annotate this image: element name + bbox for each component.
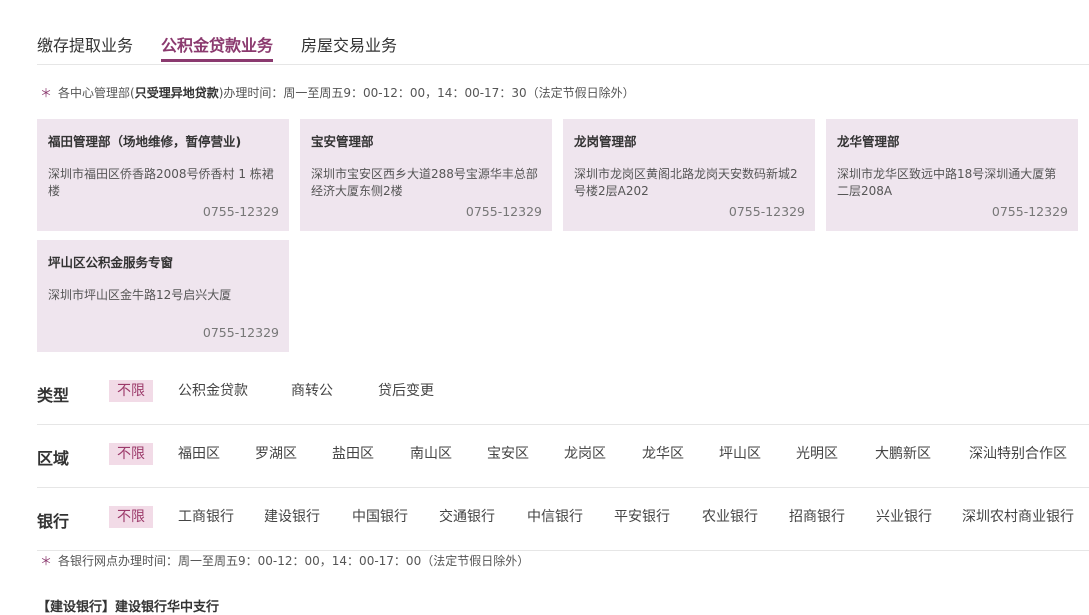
- bank-option-boc[interactable]: 中国银行: [352, 507, 408, 527]
- bank-option-unlimited[interactable]: 不限: [109, 506, 153, 528]
- office-name: 坪山区公积金服务专窗: [48, 255, 174, 270]
- bank-option-pingan[interactable]: 平安银行: [614, 507, 670, 527]
- bank-branch-title[interactable]: 【建设银行】建设银行华中支行: [37, 596, 219, 615]
- office-address: 深圳市福田区侨香路2008号侨香村 1 栋裙楼: [48, 167, 274, 198]
- region-option-longgang[interactable]: 龙岗区: [564, 444, 606, 464]
- office-phone: 0755-12329: [991, 204, 1068, 219]
- bank-option-abc[interactable]: 农业银行: [702, 507, 758, 527]
- note-star: ＊: [40, 86, 53, 100]
- office-card-longhua[interactable]: 龙华管理部 深圳市龙华区致远中路18号深圳通大厦第二层208A 0755-123…: [826, 119, 1078, 231]
- filter-label-type: 类型: [37, 386, 70, 405]
- office-address: 深圳市坪山区金牛路12号启兴大厦: [48, 288, 232, 302]
- filter-label-region: 区域: [37, 449, 70, 468]
- office-phone: 0755-12329: [202, 325, 279, 340]
- bank-option-bocom[interactable]: 交通银行: [439, 507, 495, 527]
- office-address: 深圳市龙岗区黄阁北路龙岗天安数码新城2号楼2层A202: [574, 167, 798, 198]
- bank-option-shenzhen-rural[interactable]: 深圳农村商业银行: [962, 507, 1074, 527]
- office-card-futian[interactable]: 福田管理部（场地维修，暂停营业) 深圳市福田区侨香路2008号侨香村 1 栋裙楼…: [37, 119, 289, 231]
- note-bold: 只受理异地贷款: [134, 86, 219, 100]
- type-option-unlimited[interactable]: 不限: [109, 380, 153, 402]
- bank-option-cib[interactable]: 兴业银行: [876, 507, 932, 527]
- business-tabs: 缴存提取业务 公积金贷款业务 房屋交易业务: [37, 30, 1089, 65]
- note-star: ＊: [40, 554, 53, 568]
- office-name: 宝安管理部: [311, 134, 374, 149]
- office-card-baoan[interactable]: 宝安管理部 深圳市宝安区西乡大道288号宝源华丰总部经济大厦东侧2楼 0755-…: [300, 119, 552, 231]
- filter-row-region: 区域 不限 福田区 罗湖区 盐田区 南山区 宝安区 龙岗区 龙华区 坪山区 光明…: [37, 425, 1089, 488]
- office-address: 深圳市龙华区致远中路18号深圳通大厦第二层208A: [837, 167, 1057, 198]
- region-option-dapeng[interactable]: 大鹏新区: [875, 444, 931, 464]
- region-option-yantian[interactable]: 盐田区: [332, 444, 374, 464]
- bank-hours-note: ＊ 各银行网点办理时间：周一至周五9：00-12：00，14：00-17：00（法…: [40, 552, 529, 569]
- region-option-shenshan[interactable]: 深汕特别合作区: [969, 444, 1067, 464]
- office-name: 福田管理部（场地维修，暂停营业): [48, 134, 242, 149]
- office-phone: 0755-12329: [728, 204, 805, 219]
- center-hours-note: ＊ 各中心管理部(只受理异地贷款)办理时间：周一至周五9：00-12：00，14：…: [40, 84, 635, 101]
- region-option-pingshan[interactable]: 坪山区: [719, 444, 761, 464]
- office-name: 龙岗管理部: [574, 134, 637, 149]
- tab-housing-transaction[interactable]: 房屋交易业务: [301, 32, 397, 56]
- note-suffix: )办理时间：周一至周五9：00-12：00，14：00-17：30（法定节假日除…: [218, 86, 635, 100]
- tab-provident-fund-loan[interactable]: 公积金贷款业务: [161, 32, 274, 62]
- bank-option-cmb[interactable]: 招商银行: [789, 507, 845, 527]
- bank-option-ccb[interactable]: 建设银行: [264, 507, 320, 527]
- filter-label-bank: 银行: [37, 512, 70, 531]
- type-option-post-loan-change[interactable]: 贷后变更: [378, 381, 434, 401]
- region-option-unlimited[interactable]: 不限: [109, 443, 153, 465]
- region-option-longhua[interactable]: 龙华区: [642, 444, 684, 464]
- tab-deposit-withdrawal[interactable]: 缴存提取业务: [37, 32, 133, 56]
- filter-row-bank: 银行 不限 工商银行 建设银行 中国银行 交通银行 中信银行 平安银行 农业银行…: [37, 488, 1089, 551]
- region-option-baoan[interactable]: 宝安区: [487, 444, 529, 464]
- office-phone: 0755-12329: [202, 204, 279, 219]
- type-option-commercial-to-provident[interactable]: 商转公: [291, 381, 333, 401]
- type-option-provident-loan[interactable]: 公积金贷款: [178, 381, 248, 401]
- office-address: 深圳市宝安区西乡大道288号宝源华丰总部经济大厦东侧2楼: [311, 167, 538, 198]
- office-card-pingshan[interactable]: 坪山区公积金服务专窗 深圳市坪山区金牛路12号启兴大厦 0755-12329: [37, 240, 289, 352]
- region-option-luohu[interactable]: 罗湖区: [255, 444, 297, 464]
- bank-note-text: 各银行网点办理时间：周一至周五9：00-12：00，14：00-17：00（法定…: [58, 554, 530, 568]
- office-card-longgang[interactable]: 龙岗管理部 深圳市龙岗区黄阁北路龙岗天安数码新城2号楼2层A202 0755-1…: [563, 119, 815, 231]
- office-phone: 0755-12329: [465, 204, 542, 219]
- bank-option-icbc[interactable]: 工商银行: [178, 507, 234, 527]
- filter-row-type: 类型 不限 公积金贷款 商转公 贷后变更: [37, 362, 1089, 425]
- bank-option-citic[interactable]: 中信银行: [527, 507, 583, 527]
- note-prefix: 各中心管理部(: [58, 86, 135, 100]
- office-name: 龙华管理部: [837, 134, 900, 149]
- region-option-futian[interactable]: 福田区: [178, 444, 220, 464]
- region-option-nanshan[interactable]: 南山区: [410, 444, 452, 464]
- region-option-guangming[interactable]: 光明区: [796, 444, 838, 464]
